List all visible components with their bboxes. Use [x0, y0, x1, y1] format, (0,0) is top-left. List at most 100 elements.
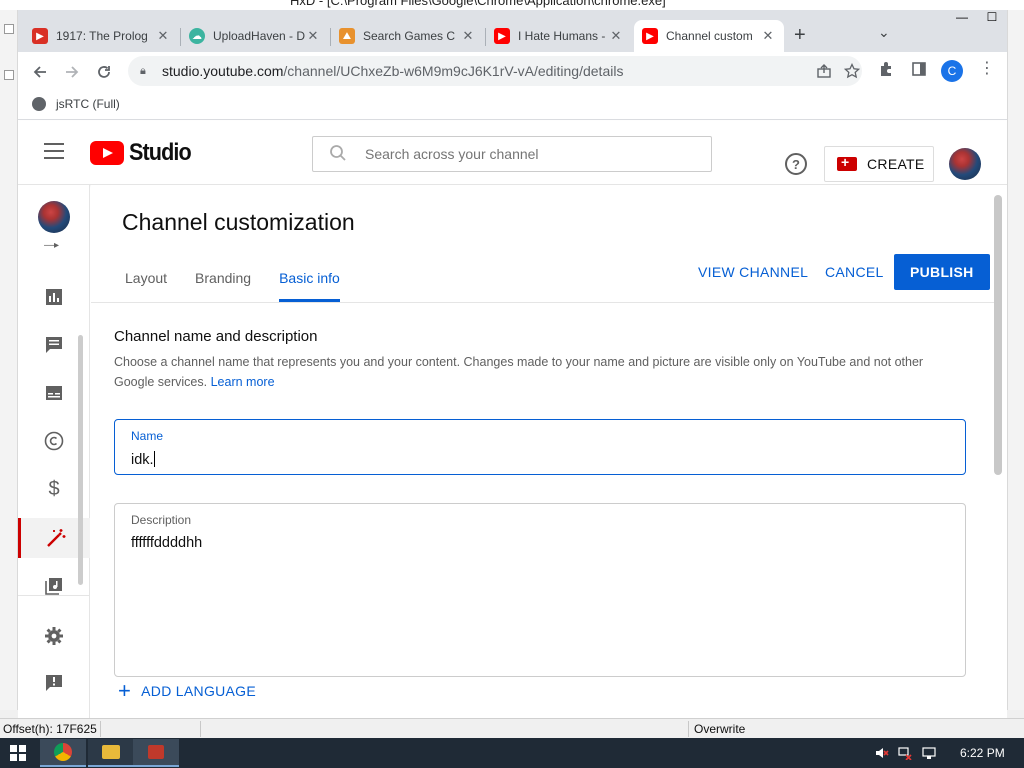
send-feedback-icon[interactable] [18, 663, 90, 703]
view-channel-button[interactable]: VIEW CHANNEL [698, 254, 808, 290]
account-avatar[interactable] [949, 148, 981, 180]
tab-title: UploadHaven - D [213, 29, 305, 43]
sidebar-scrollbar[interactable] [78, 335, 83, 585]
studio-logo[interactable]: Studio [90, 139, 198, 167]
description-field[interactable]: Description ffffffddddhh [114, 503, 966, 677]
search-icon [329, 144, 349, 165]
background-checkbox [4, 24, 14, 34]
network-icon[interactable] [922, 746, 936, 760]
tab-basic-info[interactable]: Basic info [265, 258, 354, 302]
offset-readout: Offset(h): 17F625 [3, 722, 97, 736]
close-tab-icon[interactable]: ✕ [460, 28, 476, 44]
close-tab-icon[interactable]: ✕ [760, 28, 776, 44]
new-tab-icon[interactable]: + [794, 24, 806, 46]
help-icon[interactable]: ? [785, 153, 807, 175]
add-language-button[interactable]: + ADD LANGUAGE [118, 680, 257, 702]
network-error-icon[interactable] [898, 746, 912, 761]
sidebar-divider [18, 595, 90, 596]
browser-tab-active[interactable]: ▶ Channel custom ✕ [634, 20, 784, 52]
youtube-play-icon [90, 141, 124, 165]
learn-more-link[interactable]: Learn more [211, 375, 275, 389]
tab-layout[interactable]: Layout [111, 258, 181, 302]
search-input[interactable] [365, 146, 685, 162]
browser-tab[interactable]: ☁ UploadHaven - D ✕ [181, 20, 329, 52]
name-field[interactable]: Name idk. [114, 419, 966, 475]
create-button[interactable]: CREATE [824, 146, 934, 182]
browser-tab[interactable]: ▶ 1917: The Prolog ✕ [24, 20, 179, 52]
section-description: Choose a channel name that represents yo… [114, 352, 964, 392]
chrome-taskbar-icon[interactable] [40, 739, 86, 767]
tab-strip: ▶ 1917: The Prolog ✕ ☁ UploadHaven - D ✕… [18, 10, 1007, 52]
background-checkbox [4, 70, 14, 80]
studio-header: Studio ? CREATE [18, 121, 1007, 185]
close-tab-icon[interactable]: ✕ [608, 28, 624, 44]
main-scrollbar[interactable] [994, 195, 1002, 475]
browser-tab[interactable]: ▶ I Hate Humans - ✕ [486, 20, 632, 52]
section-title: Channel name and description [114, 328, 318, 345]
tab-branding[interactable]: Branding [181, 258, 265, 302]
url-host: studio.youtube.com [162, 63, 284, 79]
tab-title: 1917: The Prolog [56, 29, 148, 43]
studio-logo-text: Studio [129, 139, 192, 166]
name-field-value[interactable]: idk. [131, 451, 155, 468]
address-bar[interactable]: 🔒︎ studio.youtube.com/channel/UChxeZb-w6… [128, 56, 862, 86]
bookmarks-bar: jsRTC (Full) [18, 92, 1007, 120]
hamburger-menu-icon[interactable] [44, 143, 64, 159]
browser-tab[interactable]: ⛰ Search Games C ✕ [331, 20, 484, 52]
hxd-taskbar-icon[interactable] [133, 739, 179, 767]
create-video-icon [837, 154, 857, 171]
close-tab-icon[interactable]: ✕ [155, 28, 171, 44]
page-title: Channel customization [122, 209, 355, 235]
settings-gear-icon[interactable] [18, 616, 90, 656]
channel-avatar[interactable] [38, 201, 70, 233]
close-tab-icon[interactable]: ✕ [305, 28, 321, 44]
text-caret [153, 451, 155, 467]
name-input-text: idk. [131, 452, 154, 468]
customization-main: Channel customization Layout Branding Ba… [91, 185, 1007, 718]
profile-avatar[interactable]: C [941, 60, 963, 82]
file-explorer-taskbar-icon[interactable] [88, 739, 134, 767]
favicon-icon: ▶ [32, 28, 48, 44]
studio-sidebar: —▸ $ [18, 185, 90, 718]
description-field-value[interactable]: ffffffddddhh [131, 535, 202, 551]
youtube-favicon-icon: ▶ [642, 28, 658, 44]
tab-title: Search Games C [363, 29, 456, 43]
name-field-label: Name [131, 429, 164, 443]
side-panel-icon[interactable] [911, 61, 927, 80]
bookmark-item[interactable]: jsRTC (Full) [32, 97, 120, 111]
arrow-right-icon[interactable]: —▸ [44, 240, 59, 251]
add-language-label: ADD LANGUAGE [141, 683, 257, 699]
background-title-bar: HxD - [C:\Program Files\Google\Chrome\Ap… [0, 0, 1024, 10]
bookmark-label: jsRTC (Full) [56, 97, 120, 111]
description-field-label: Description [131, 513, 192, 527]
reload-icon[interactable] [93, 61, 115, 83]
back-icon[interactable] [29, 61, 51, 83]
volume-muted-icon[interactable] [875, 746, 889, 760]
edit-mode-readout: Overwrite [694, 722, 746, 736]
youtube-studio-page: Studio ? CREATE —▸ [18, 121, 1007, 718]
channel-search-box [312, 136, 712, 172]
minimize-icon[interactable]: — [948, 10, 976, 24]
taskbar: 6:22 PM [0, 738, 1024, 768]
background-left-panel [0, 10, 18, 710]
tab-title: I Hate Humans - [518, 29, 606, 43]
background-window-title: HxD - [C:\Program Files\Google\Chrome\Ap… [290, 0, 666, 8]
lock-icon[interactable]: 🔒︎ [140, 65, 152, 78]
publish-button[interactable]: PUBLISH [894, 254, 990, 290]
background-status-bar: Offset(h): 17F625 Overwrite [0, 718, 1024, 738]
favicon-icon: ⛰ [339, 28, 355, 44]
bookmark-star-icon[interactable] [843, 62, 861, 82]
cancel-button[interactable]: CANCEL [825, 254, 884, 290]
analytics-icon[interactable] [18, 277, 90, 317]
globe-icon [32, 97, 46, 111]
windows-start-icon[interactable] [10, 745, 26, 761]
system-clock[interactable]: 6:22 PM [960, 746, 1005, 760]
tab-search-icon[interactable]: ⌄ [878, 24, 890, 41]
favicon-icon: ☁ [189, 28, 205, 44]
maximize-icon[interactable]: ☐ [978, 10, 1006, 24]
chrome-menu-icon[interactable]: ⋮ [979, 58, 995, 78]
background-right-panel [1007, 10, 1024, 710]
forward-icon[interactable] [61, 61, 83, 83]
extensions-icon[interactable] [878, 61, 894, 80]
share-icon[interactable] [816, 63, 832, 82]
